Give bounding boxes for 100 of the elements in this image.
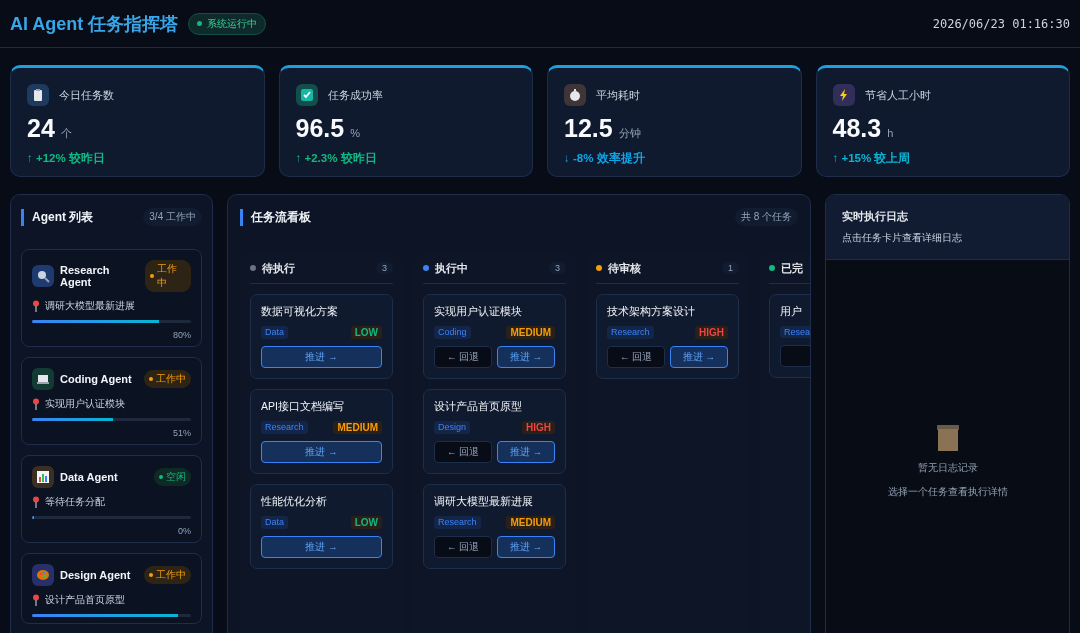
log-title: 实时执行日志 [842,209,909,224]
palette-icon [32,564,54,586]
task-count-badge: 共 8 个任务 [734,208,798,226]
dashboard-title: AI Agent 任务指挥塔 [10,12,179,36]
category-tag: Data [261,326,288,339]
stat-value: 12.5 [564,114,613,143]
task-card[interactable]: 调研大模型最新进展 Research MEDIUM ← 回退 推进 → [423,484,566,569]
task-title: 性能优化分析 [261,495,328,509]
back-button[interactable]: ← 回退 [434,346,492,368]
log-subtitle: 点击任务卡片查看详细日志 [842,232,963,245]
pin-icon [32,398,40,410]
agent-status-badge: 工作中 [144,566,191,584]
stat-unit: 分钟 [618,126,641,141]
task-card[interactable]: 数据可视化方案 Data LOW 推进 → [250,294,393,379]
back-button[interactable]: ← 回退 [607,346,665,368]
stopwatch-icon [564,84,586,106]
task-card[interactable]: API接口文档编写 Research MEDIUM 推进 → [250,389,393,474]
stat-label: 节省人工小时 [864,87,931,103]
task-title: 用户 [780,305,803,319]
priority-tag: MEDIUM [506,326,555,339]
task-card[interactable]: 性能优化分析 Data LOW 推进 → [250,484,393,569]
bar-chart-icon [32,466,54,488]
task-card[interactable]: 设计产品首页原型 Design HIGH ← 回退 推进 → [423,389,566,474]
stat-label: 任务成功率 [327,87,383,103]
task-card[interactable]: 用户 Resea [769,294,810,378]
progress-percent: 51% [173,428,191,438]
stat-value: 48.3 [832,114,882,143]
agent-card[interactable]: Research Agent 工作中 调研大模型最新进展 80% [21,249,202,347]
system-status-badge: 系统运行中 [188,12,267,35]
panel-title: Agent 列表 [21,208,94,226]
category-tag: Research [434,516,481,529]
agent-status-badge: 工作中 [145,260,191,292]
agent-name: Design Agent [60,569,132,581]
column-title: 待执行 [262,260,296,276]
stat-trend: ↑ +15% 较上周 [832,151,911,166]
empty-title: 暂无日志记录 [917,461,978,475]
advance-button[interactable]: 推进 → [497,536,555,558]
stat-trend: ↓ -8% 效率提升 [564,151,645,166]
agent-task: 实现用户认证模块 [45,397,125,411]
panel-title: 任务流看板 [240,208,311,226]
priority-tag: MEDIUM [333,421,382,434]
agent-card[interactable]: Coding Agent 工作中 实现用户认证模块 51% [21,357,202,445]
category-tag: Design [434,421,470,434]
lightning-icon [832,84,855,106]
datetime: 2026/06/23 01:16:30 [932,16,1070,31]
advance-button[interactable]: 推进 → [261,441,382,463]
pin-icon [32,496,40,508]
empty-hint: 选择一个任务查看执行详情 [887,485,1008,499]
progress-percent: 0% [178,526,191,536]
stat-unit: 个 [60,126,72,141]
stat-label: 今日任务数 [59,87,114,103]
column-title: 已完 [781,260,804,276]
category-tag: Coding [434,326,471,339]
back-button[interactable]: ← 回退 [434,536,492,558]
task-title: 设计产品首页原型 [434,400,523,414]
stat-value: 24 [27,114,55,143]
advance-button[interactable]: 推进 → [261,536,382,558]
priority-tag: HIGH [522,421,555,434]
clipboard-icon [27,84,49,106]
priority-tag: LOW [350,516,382,529]
task-title: 数据可视化方案 [261,305,339,319]
checkbox-icon [295,84,318,106]
category-tag: Research [607,326,654,339]
task-card[interactable]: 实现用户认证模块 Coding MEDIUM ← 回退 推进 → [423,294,566,379]
advance-button[interactable]: 推进 → [497,441,555,463]
priority-tag: LOW [350,326,382,339]
agent-status-badge: 工作中 [144,370,191,388]
pin-icon [32,594,40,606]
back-button[interactable]: ← 回退 [434,441,492,463]
laptop-icon [32,368,54,390]
stat-trend: ↑ +2.3% 较昨日 [295,151,377,166]
agent-status-badge: 空闲 [154,468,191,486]
working-count-badge: 3/4 工作中 [143,208,202,226]
agent-task: 设计产品首页原型 [45,593,125,607]
advance-button[interactable]: 推进 → [497,346,555,368]
priority-tag: HIGH [695,326,728,339]
task-title: 调研大模型最新进展 [434,495,534,509]
progress-percent: 80% [173,330,191,340]
agent-name: Data Agent [60,471,119,483]
stat-label: 平均耗时 [596,87,640,103]
agent-task: 等待任务分配 [45,495,105,509]
agent-card[interactable]: Design Agent 工作中 设计产品首页原型 [21,553,202,624]
column-title: 执行中 [435,260,469,276]
agent-name: Research Agent [60,264,111,288]
category-tag: Research [261,421,308,434]
column-count: 3 [376,262,393,274]
pin-icon [32,300,40,312]
agent-task: 调研大模型最新进展 [45,299,135,313]
priority-tag: MEDIUM [506,516,555,529]
column-title: 待审核 [608,260,642,276]
category-tag: Data [261,516,288,529]
stat-trend: ↑ +12% 较昨日 [27,151,105,166]
advance-button[interactable]: 推进 → [261,346,382,368]
task-title: 实现用户认证模块 [434,305,523,319]
advance-button[interactable]: 推进 → [670,346,728,368]
agent-card[interactable]: Data Agent 空闲 等待任务分配 0% [21,455,202,543]
task-card[interactable]: 技术架构方案设计 Research HIGH ← 回退 推进 → [596,294,739,379]
scroll-icon [935,425,960,451]
stat-value: 96.5 [295,114,345,143]
stat-unit: h [887,127,894,139]
